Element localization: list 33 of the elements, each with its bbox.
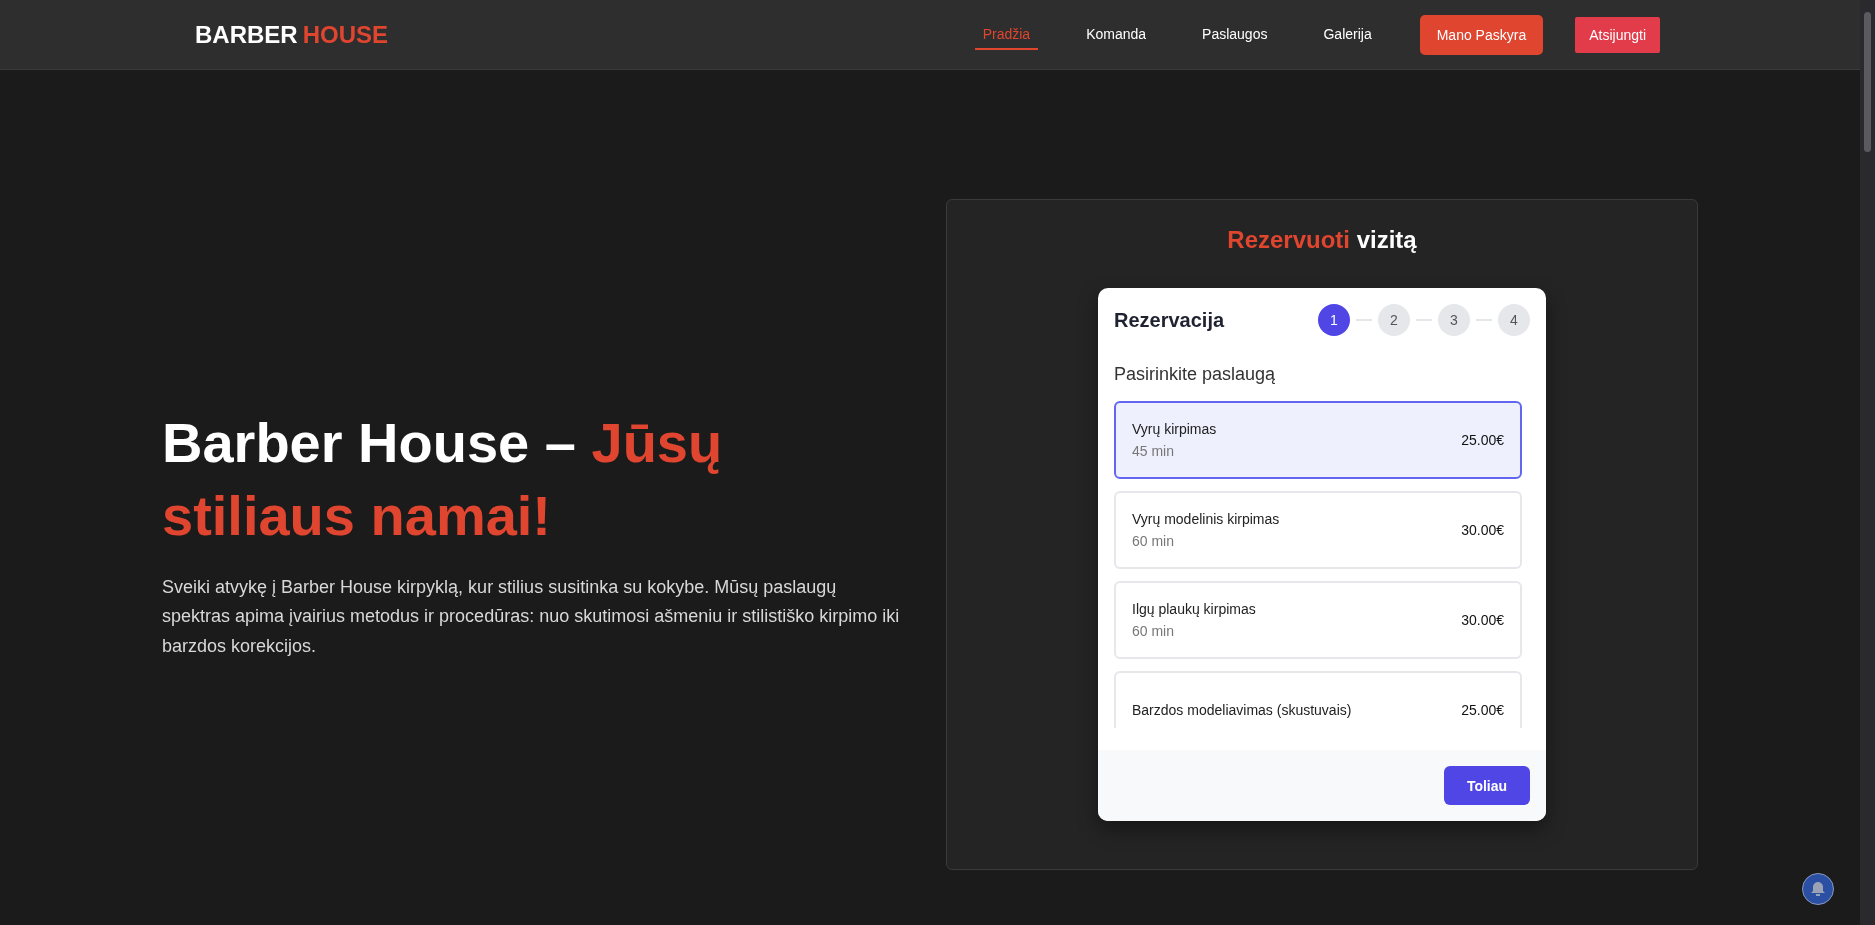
service-name: Vyrų kirpimas	[1132, 421, 1217, 437]
next-button[interactable]: Toliau	[1444, 766, 1530, 805]
logout-button[interactable]: Atsijungti	[1575, 16, 1660, 53]
service-name: Barzdos modeliavimas (skustuvais)	[1132, 702, 1352, 718]
service-price: 25.00€	[1461, 702, 1504, 718]
nav-link[interactable]: Komanda	[1078, 19, 1155, 50]
logo-text[interactable]: BARBER	[195, 20, 298, 49]
notification-button[interactable]	[1802, 873, 1834, 905]
nav-link[interactable]: Galerija	[1315, 19, 1380, 50]
bell-icon	[1809, 880, 1827, 898]
service-option[interactable]: Ilgų plaukų kirpimas 60 min 30.00€	[1114, 581, 1522, 659]
service-duration: 60 min	[1132, 533, 1176, 549]
service-duration: 60 min	[1132, 623, 1176, 639]
booking-title: Rezervuoti vizitą	[1227, 226, 1417, 254]
service-price: 25.00€	[1461, 432, 1504, 448]
section-heading: Pasirinkite paslaugą	[1113, 363, 1277, 386]
hero-heading: Barber House – Jūsų stiliaus namai!	[162, 410, 724, 549]
account-button[interactable]: Mano Paskyra	[1419, 14, 1544, 55]
scrollbar[interactable]	[1860, 0, 1875, 925]
step-indicator: 4	[1498, 304, 1530, 336]
service-price: 30.00€	[1461, 612, 1504, 628]
service-price: 30.00€	[1461, 522, 1504, 538]
step-indicator: 2	[1378, 304, 1410, 336]
hero-text: Sveiki atvykę į Barber House kirpyklą, kur stilius susitinka su kokybe. Mūsų paslaugų spektras apima įvairius metodus ir procedūras: nuo skutimosi ašmeniu ir stilistiško kirpimo iki barzdos korekcijos.	[162, 575, 901, 659]
service-option[interactable]: Vyrų kirpimas 45 min 25.00€	[1114, 401, 1522, 479]
card-title: Rezervacija	[1114, 308, 1225, 332]
service-name: Vyrų modelinis kirpimas	[1132, 511, 1280, 527]
step-indicator: 1	[1318, 304, 1350, 336]
service-name: Ilgų plaukų kirpimas	[1132, 601, 1256, 617]
step-indicator: 3	[1438, 304, 1470, 336]
service-duration: 45 min	[1132, 443, 1176, 459]
service-option[interactable]: Vyrų modelinis kirpimas 60 min 30.00€	[1114, 491, 1522, 569]
nav-link[interactable]: Paslaugos	[1194, 19, 1276, 50]
